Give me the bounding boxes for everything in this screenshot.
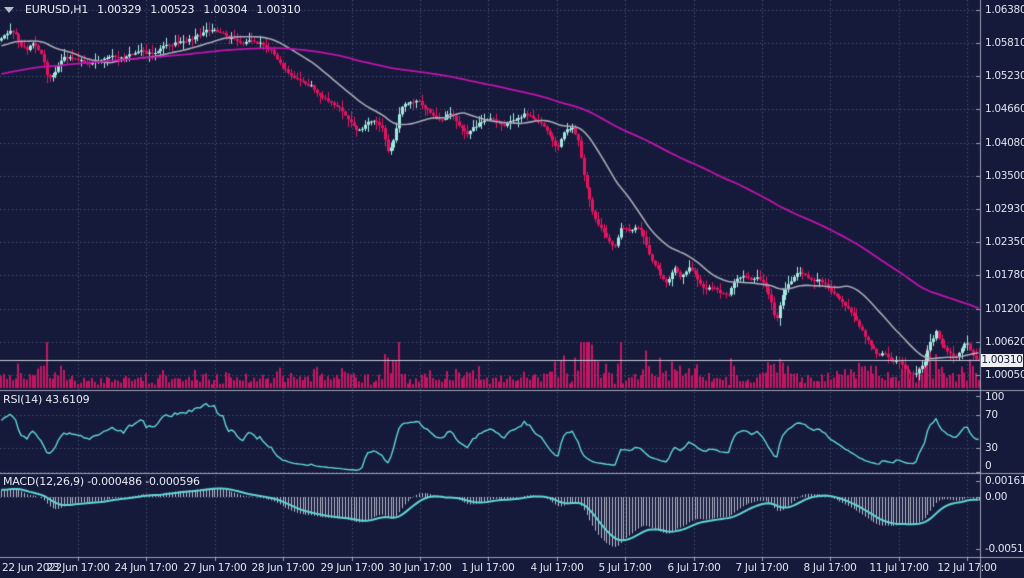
price-axis-label: 1.05230 xyxy=(985,70,1024,82)
macd-axis-label: 0.001615 xyxy=(985,475,1024,487)
price-chart-canvas[interactable] xyxy=(0,0,1024,578)
time-axis-label: 4 Jul 17:00 xyxy=(531,562,584,574)
symbol-dropdown-icon[interactable] xyxy=(4,7,14,13)
rsi-axis-label: 30 xyxy=(985,442,998,454)
time-axis-label: 28 Jun 17:00 xyxy=(251,562,314,574)
rsi-axis-label: 0 xyxy=(985,460,991,472)
time-axis-label: 27 Jun 17:00 xyxy=(183,562,246,574)
time-axis-label: 24 Jun 17:00 xyxy=(114,562,177,574)
symbol-period-label: EURUSD,H1 xyxy=(25,3,88,16)
time-axis-label: 12 Jul 17:00 xyxy=(937,562,996,574)
time-axis-label: 23 Jun 17:00 xyxy=(46,562,109,574)
time-axis-label: 29 Jun 17:00 xyxy=(320,562,383,574)
price-axis-label: 1.06380 xyxy=(985,4,1024,16)
rsi-axis-label: 100 xyxy=(985,391,1004,403)
price-axis-label: 1.02350 xyxy=(985,236,1024,248)
chart-header: EURUSD,H1 1.00329 1.00523 1.00304 1.0031… xyxy=(4,3,301,16)
macd-axis-label: -0.005157 xyxy=(985,543,1024,555)
rsi-axis-label: 70 xyxy=(985,409,998,421)
current-price-badge: 1.00310 xyxy=(981,354,1023,367)
price-axis-label: 1.03500 xyxy=(985,170,1024,182)
price-axis-label: 1.00050 xyxy=(985,369,1024,381)
time-axis-label: 7 Jul 17:00 xyxy=(736,562,789,574)
ohlc-low: 1.00304 xyxy=(203,3,247,16)
ohlc-high: 1.00523 xyxy=(150,3,194,16)
ohlc-open: 1.00329 xyxy=(97,3,141,16)
price-axis-label: 1.04660 xyxy=(985,103,1024,115)
time-axis-label: 5 Jul 17:00 xyxy=(599,562,652,574)
macd-indicator-label: MACD(12,26,9) -0.000486 -0.000596 xyxy=(3,475,200,488)
time-axis-label: 6 Jul 17:00 xyxy=(668,562,721,574)
time-axis-label: 11 Jul 17:00 xyxy=(869,562,928,574)
price-axis-label: 1.05810 xyxy=(985,37,1024,49)
ohlc-close: 1.00310 xyxy=(256,3,300,16)
price-axis-label: 1.02930 xyxy=(985,203,1024,215)
macd-axis-label: 0.00 xyxy=(985,491,1007,503)
time-axis-label: 1 Jul 17:00 xyxy=(462,562,515,574)
price-axis-label: 1.04080 xyxy=(985,137,1024,149)
price-axis-label: 1.01780 xyxy=(985,269,1024,281)
price-axis-label: 1.01200 xyxy=(985,303,1024,315)
time-axis-label: 8 Jul 17:00 xyxy=(804,562,857,574)
time-axis-label: 30 Jun 17:00 xyxy=(388,562,451,574)
rsi-indicator-label: RSI(14) 43.6109 xyxy=(3,393,89,406)
price-axis-label: 1.00620 xyxy=(985,336,1024,348)
chart-window: EURUSD,H1 1.00329 1.00523 1.00304 1.0031… xyxy=(0,0,1024,578)
